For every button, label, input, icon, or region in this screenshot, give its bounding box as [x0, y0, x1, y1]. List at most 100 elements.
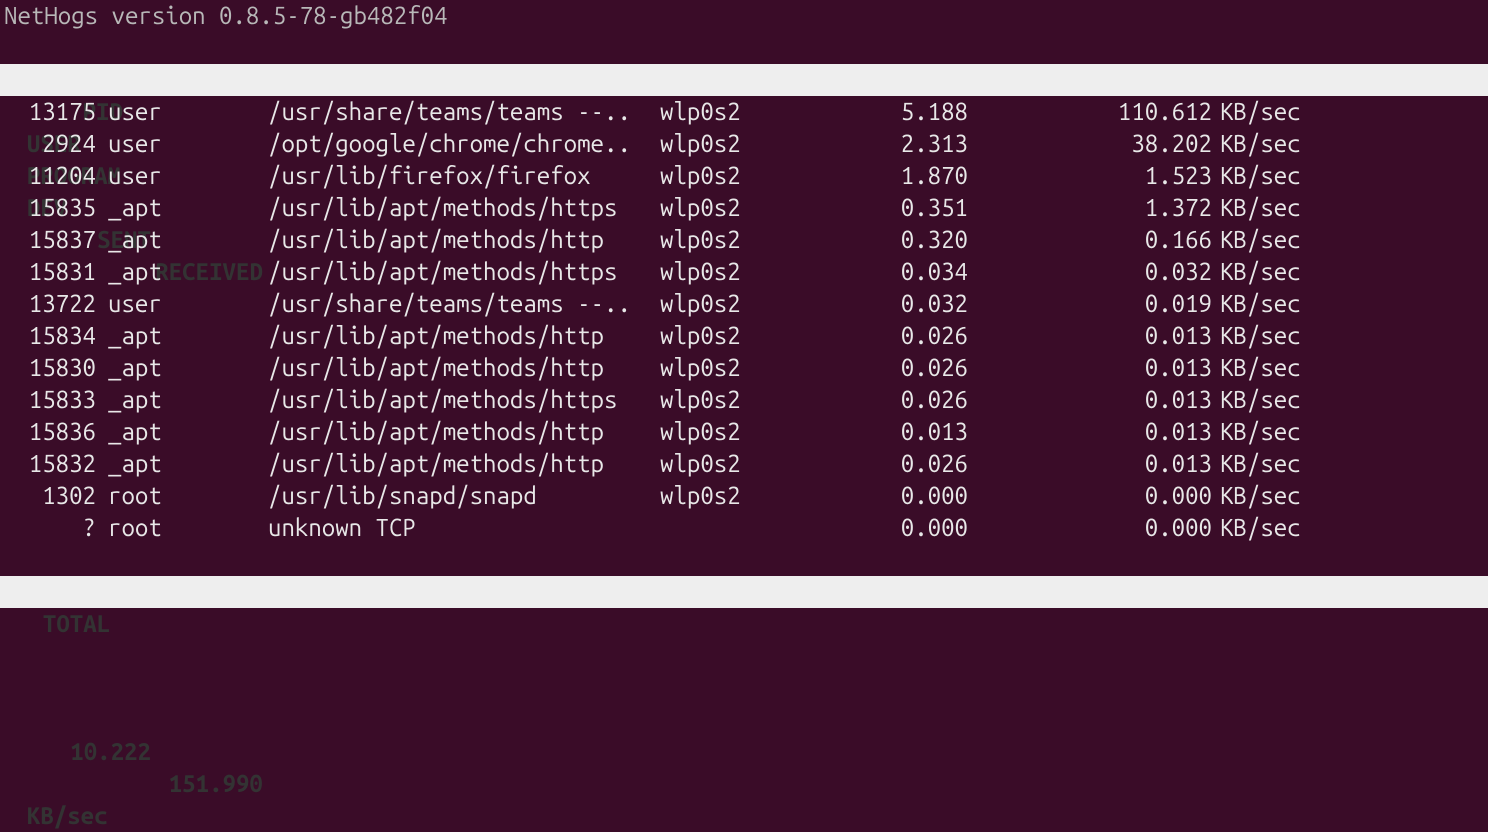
cell-sent: 1.870 [844, 160, 976, 192]
cell-unit: KB/sec [1220, 192, 1301, 224]
process-row: 15836_apt/usr/lib/apt/methods/httpwlp0s2… [0, 416, 1488, 448]
cell-pid: 13175 [0, 96, 108, 128]
cell-program: /usr/lib/firefox/firefox [268, 160, 660, 192]
total-label: TOTAL [27, 608, 151, 640]
cell-user: _apt [108, 384, 268, 416]
cell-dev: wlp0s2 [660, 352, 844, 384]
cell-sent: 0.026 [844, 448, 976, 480]
cell-received: 0.013 [976, 448, 1220, 480]
process-row: 13175user/usr/share/teams/teams --..wlp0… [0, 96, 1488, 128]
cell-program: /usr/lib/apt/methods/https [268, 384, 660, 416]
cell-user: user [108, 160, 268, 192]
cell-pid: 15833 [0, 384, 108, 416]
process-row: ?rootunknown TCP0.0000.000KB/sec [0, 512, 1488, 544]
cell-sent: 0.032 [844, 288, 976, 320]
cell-program: /usr/share/teams/teams --.. [268, 288, 660, 320]
cell-program: /usr/share/teams/teams --.. [268, 96, 660, 128]
app-title: NetHogs version 0.8.5-78-gb482f04 [0, 0, 1488, 32]
cell-unit: KB/sec [1220, 352, 1301, 384]
cell-sent: 0.000 [844, 480, 976, 512]
cell-unit: KB/sec [1220, 384, 1301, 416]
cell-received: 1.523 [976, 160, 1220, 192]
cell-dev: wlp0s2 [660, 384, 844, 416]
cell-program: /usr/lib/apt/methods/http [268, 416, 660, 448]
process-row: 1302root/usr/lib/snapd/snapdwlp0s20.0000… [0, 480, 1488, 512]
cell-sent: 0.026 [844, 320, 976, 352]
cell-received: 0.000 [976, 480, 1220, 512]
cell-unit: KB/sec [1220, 96, 1301, 128]
cell-dev: wlp0s2 [660, 160, 844, 192]
cell-pid: 15837 [0, 224, 108, 256]
cell-program: /opt/google/chrome/chrome.. [268, 128, 660, 160]
cell-user: _apt [108, 256, 268, 288]
cell-pid: 13722 [0, 288, 108, 320]
cell-pid: 15831 [0, 256, 108, 288]
cell-pid: 15830 [0, 352, 108, 384]
cell-sent: 2.313 [844, 128, 976, 160]
cell-pid: 11204 [0, 160, 108, 192]
cell-sent: 0.013 [844, 416, 976, 448]
cell-user: _apt [108, 224, 268, 256]
cell-user: _apt [108, 352, 268, 384]
cell-dev: wlp0s2 [660, 480, 844, 512]
cell-received: 0.166 [976, 224, 1220, 256]
cell-user: user [108, 128, 268, 160]
cell-program: unknown TCP [268, 512, 660, 544]
cell-dev: wlp0s2 [660, 192, 844, 224]
cell-program: /usr/lib/apt/methods/http [268, 224, 660, 256]
cell-unit: KB/sec [1220, 416, 1301, 448]
cell-sent: 0.026 [844, 384, 976, 416]
cell-unit: KB/sec [1220, 224, 1301, 256]
process-list: 13175user/usr/share/teams/teams --..wlp0… [0, 96, 1488, 544]
process-row: 15837_apt/usr/lib/apt/methods/httpwlp0s2… [0, 224, 1488, 256]
cell-pid: 1302 [0, 480, 108, 512]
process-row: 13722user/usr/share/teams/teams --..wlp0… [0, 288, 1488, 320]
cell-dev: wlp0s2 [660, 416, 844, 448]
process-row: 2924user/opt/google/chrome/chrome..wlp0s… [0, 128, 1488, 160]
cell-pid: 15832 [0, 448, 108, 480]
cell-user: _apt [108, 448, 268, 480]
cell-program: /usr/lib/apt/methods/https [268, 256, 660, 288]
cell-program: /usr/lib/apt/methods/http [268, 320, 660, 352]
cell-pid: 15834 [0, 320, 108, 352]
cell-received: 1.372 [976, 192, 1220, 224]
total-received: 151.990 [27, 768, 271, 800]
cell-sent: 0.000 [844, 512, 976, 544]
cell-unit: KB/sec [1220, 512, 1301, 544]
cell-sent: 5.188 [844, 96, 976, 128]
total-sent: 10.222 [27, 736, 159, 768]
cell-received: 0.013 [976, 352, 1220, 384]
cell-unit: KB/sec [1220, 480, 1301, 512]
cell-user: _apt [108, 320, 268, 352]
cell-received: 0.000 [976, 512, 1220, 544]
cell-sent: 0.351 [844, 192, 976, 224]
cell-received: 0.013 [976, 320, 1220, 352]
cell-dev: wlp0s2 [660, 224, 844, 256]
cell-unit: KB/sec [1220, 160, 1301, 192]
cell-received: 0.013 [976, 384, 1220, 416]
cell-dev: wlp0s2 [660, 256, 844, 288]
cell-received: 38.202 [976, 128, 1220, 160]
cell-program: /usr/lib/snapd/snapd [268, 480, 660, 512]
cell-user: root [108, 512, 268, 544]
cell-dev: wlp0s2 [660, 320, 844, 352]
cell-unit: KB/sec [1220, 288, 1301, 320]
cell-dev: wlp0s2 [660, 448, 844, 480]
cell-unit: KB/sec [1220, 256, 1301, 288]
table-header: PID USER PROGRAM DEV SENT RECEIVED [0, 64, 1488, 96]
cell-unit: KB/sec [1220, 448, 1301, 480]
cell-user: user [108, 96, 268, 128]
cell-program: /usr/lib/apt/methods/http [268, 448, 660, 480]
total-unit: KB/sec [27, 800, 108, 832]
cell-user: root [108, 480, 268, 512]
process-row: 15830_apt/usr/lib/apt/methods/httpwlp0s2… [0, 352, 1488, 384]
process-row: 15833_apt/usr/lib/apt/methods/httpswlp0s… [0, 384, 1488, 416]
cell-pid: ? [0, 512, 108, 544]
cell-pid: 15835 [0, 192, 108, 224]
cell-program: /usr/lib/apt/methods/https [268, 192, 660, 224]
cell-dev: wlp0s2 [660, 128, 844, 160]
cell-sent: 0.320 [844, 224, 976, 256]
cell-unit: KB/sec [1220, 320, 1301, 352]
cell-pid: 2924 [0, 128, 108, 160]
process-row: 11204user/usr/lib/firefox/firefoxwlp0s21… [0, 160, 1488, 192]
